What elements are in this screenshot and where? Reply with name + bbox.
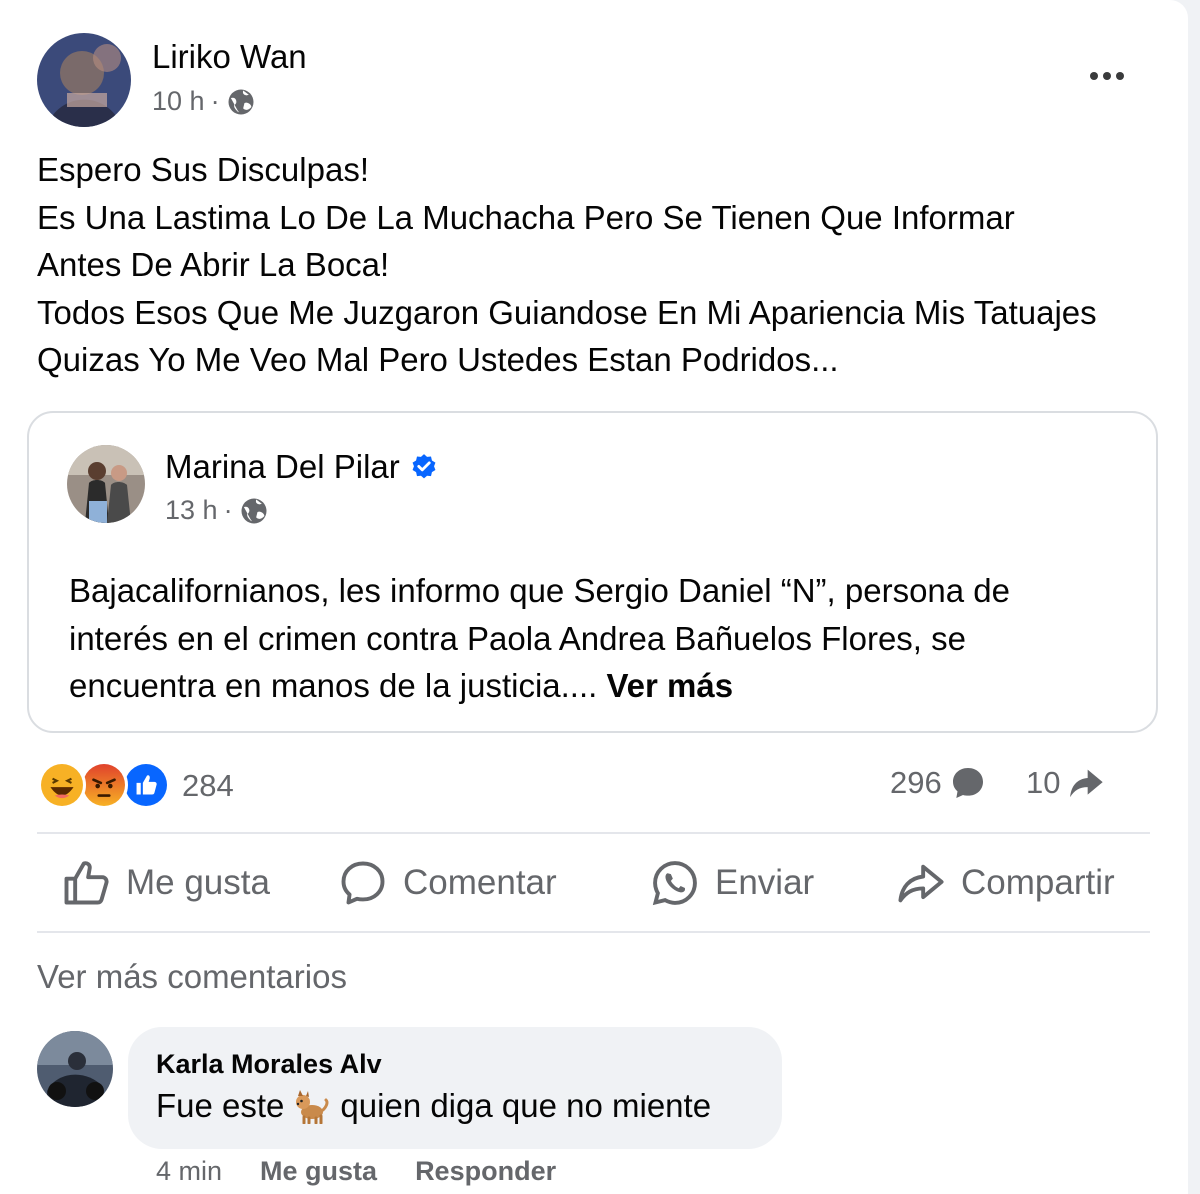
shared-text-line: encuentra en manos de la justicia.... Ve…	[69, 662, 1139, 710]
verified-badge-icon	[410, 453, 438, 481]
reaction-icons[interactable]	[38, 761, 174, 811]
shared-text-line: Bajacalifornianos, les informo que Sergi…	[69, 572, 1010, 609]
author-name[interactable]: Liriko Wan	[152, 38, 307, 76]
whatsapp-icon	[649, 857, 701, 909]
post-text-line: Quizas Yo Me Veo Mal Pero Ustedes Estan …	[37, 341, 839, 378]
share-button[interactable]: Compartir	[895, 842, 1115, 924]
shared-post-time[interactable]: 13 h	[165, 495, 218, 526]
post-meta: 10 h ·	[152, 86, 256, 117]
shares-count-value: 10	[1026, 765, 1061, 800]
more-options-button[interactable]	[1082, 56, 1132, 96]
post-card: Liriko Wan 10 h · Espero Sus Disculpas! …	[0, 0, 1188, 1194]
like-button[interactable]: Me gusta	[60, 842, 270, 924]
comment-footer: 4 min Me gusta Responder	[156, 1156, 556, 1187]
shares-count[interactable]: 10	[1026, 763, 1106, 803]
divider	[37, 931, 1150, 933]
send-label: Enviar	[715, 863, 815, 902]
send-button[interactable]: Enviar	[649, 842, 814, 924]
view-more-comments-link[interactable]: Ver más comentarios	[37, 958, 347, 996]
commenter-avatar[interactable]	[37, 1031, 113, 1107]
actions-row: Me gusta Comentar Enviar Compartir	[37, 842, 1150, 924]
divider	[37, 832, 1150, 834]
dot-icon	[1103, 72, 1111, 80]
comment-text-end: quien diga que no miente	[340, 1087, 712, 1124]
shared-post-meta: 13 h ·	[165, 495, 269, 526]
commenter-name[interactable]: Karla Morales Alv	[156, 1049, 382, 1080]
post-text-line: Todos Esos Que Me Juzgaron Guiandose En …	[37, 293, 1097, 331]
comment-button[interactable]: Comentar	[337, 842, 557, 924]
comment-time[interactable]: 4 min	[156, 1156, 222, 1187]
dot-icon	[1090, 72, 1098, 80]
comment-icon	[337, 857, 389, 909]
comment-bubble: Karla Morales Alv Fue este quien diga qu…	[128, 1027, 782, 1149]
dot-icon	[1116, 72, 1124, 80]
comment-reply-link[interactable]: Responder	[415, 1156, 556, 1187]
angry-icon	[80, 761, 128, 809]
comment-text-start: Fue este	[156, 1087, 285, 1124]
comment-like-link[interactable]: Me gusta	[260, 1156, 377, 1187]
share-arrow-icon	[1066, 763, 1106, 803]
comment-bubble-icon	[948, 763, 988, 803]
share-label: Compartir	[961, 863, 1115, 902]
post-time[interactable]: 10 h	[152, 86, 205, 117]
post-text-line: Antes De Abrir La Boca!	[37, 246, 390, 283]
shared-post-text: Bajacalifornianos, les informo que Sergi…	[69, 567, 1139, 710]
shared-text-line: interés en el crimen contra Paola Andrea…	[69, 619, 966, 657]
dog-emoji-icon	[294, 1088, 330, 1124]
post-text-line: Espero Sus Disculpas!	[37, 151, 369, 188]
shared-author-avatar[interactable]	[67, 445, 145, 523]
haha-icon	[38, 761, 86, 809]
like-label: Me gusta	[126, 863, 270, 902]
author-avatar[interactable]	[37, 33, 131, 127]
comments-count[interactable]: 296	[890, 763, 988, 803]
meta-separator: ·	[210, 86, 220, 116]
post-text-line: Es Una Lastima Lo De La Muchacha Pero Se…	[37, 198, 1015, 236]
comment-label: Comentar	[403, 863, 557, 902]
comment-text: Fue este quien diga que no miente	[156, 1087, 711, 1125]
shared-post-card[interactable]: Marina Del Pilar 13 h · Bajacaliforniano…	[27, 411, 1158, 733]
shared-author-name[interactable]: Marina Del Pilar	[165, 448, 438, 486]
thumbs-up-icon	[60, 857, 112, 909]
reaction-count[interactable]: 284	[182, 768, 234, 804]
globe-icon[interactable]	[239, 496, 269, 526]
shared-author-name-text[interactable]: Marina Del Pilar	[165, 448, 400, 486]
shared-text-line-content: encuentra en manos de la justicia....	[69, 667, 598, 704]
meta-separator: ·	[223, 495, 233, 525]
like-icon	[122, 761, 170, 809]
post-text: Espero Sus Disculpas! Es Una Lastima Lo …	[37, 146, 1177, 384]
see-more-link[interactable]: Ver más	[606, 667, 733, 704]
comments-count-value: 296	[890, 765, 942, 800]
share-icon	[895, 857, 947, 909]
globe-icon[interactable]	[226, 87, 256, 117]
